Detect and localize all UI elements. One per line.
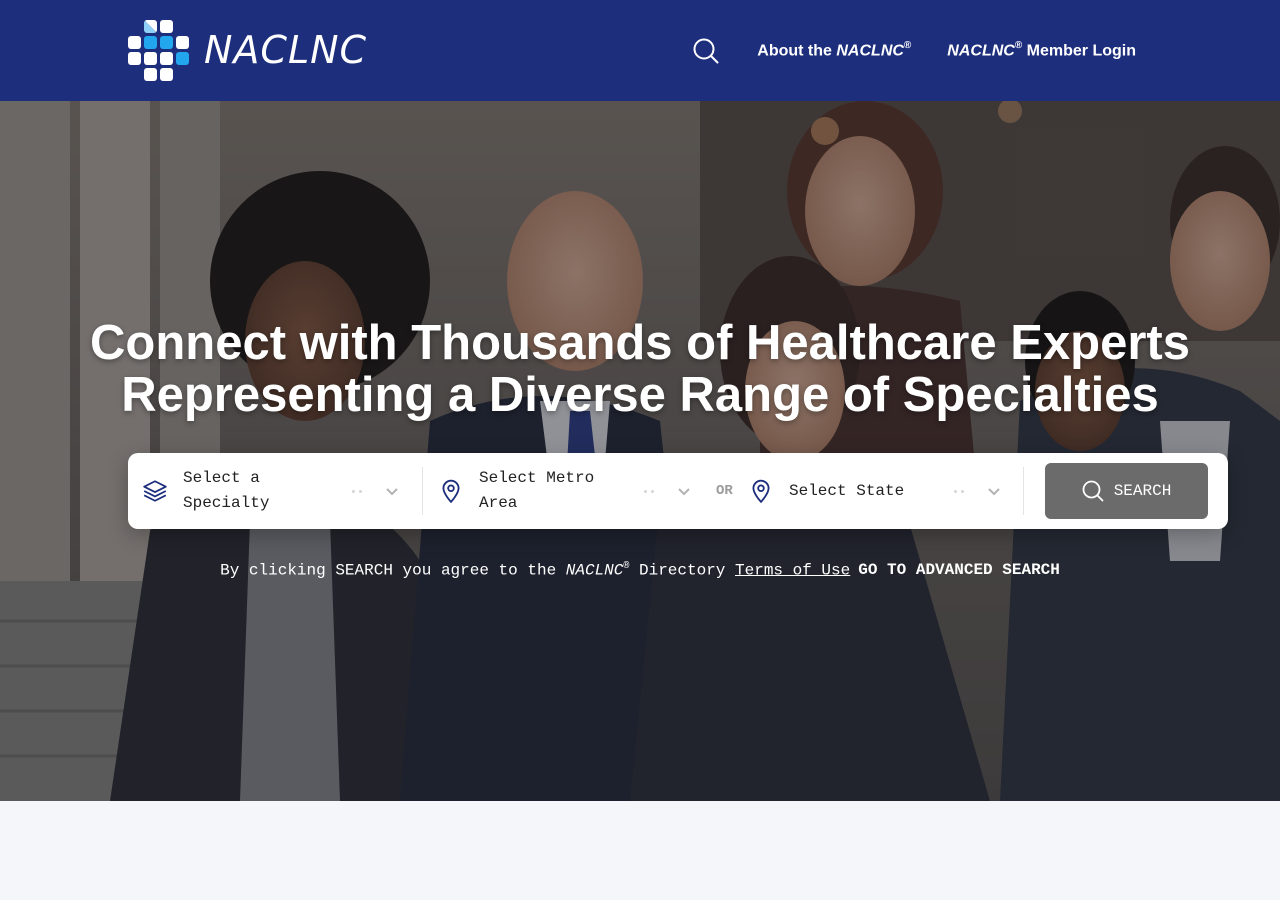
logo-wordmark: NACLNC: [204, 28, 368, 72]
specialty-indicators: [352, 483, 400, 499]
hero-headline-line2: Representing a Diverse Range of Specialt…: [121, 368, 1159, 422]
state-select[interactable]: Select State: [734, 453, 1022, 529]
login-link-brand: NACLNC: [947, 42, 1015, 60]
hero-headline-line1: Connect with Thousands of Healthcare Exp…: [90, 316, 1190, 370]
about-link[interactable]: About the NACLNC®: [757, 39, 912, 60]
layers-icon: [143, 480, 167, 502]
field-divider: [1023, 467, 1024, 515]
specialty-label-line2: Specialty: [183, 494, 270, 512]
main-nav: About the NACLNC® NACLNC® Member Login: [693, 0, 1136, 101]
member-login-link[interactable]: NACLNC® Member Login: [947, 39, 1136, 60]
logo-mark: [128, 20, 190, 81]
page-body-background: [0, 801, 1280, 900]
metro-area-select[interactable]: Select Metro Area: [424, 453, 706, 529]
metro-select-label: Select Metro Area: [479, 466, 594, 516]
hero-overlay: [0, 101, 1280, 801]
site-header: NACLNC About the NACLNC® NACLNC® Member …: [0, 0, 1280, 101]
disclaimer-text-middle: Directory: [629, 561, 736, 580]
chevron-down-icon: [988, 488, 1000, 496]
site-logo[interactable]: NACLNC: [128, 20, 368, 81]
about-link-brand: NACLNC: [836, 42, 904, 60]
metro-label-line1: Select Metro: [479, 469, 595, 487]
disclaimer-brand: NACLNC: [565, 561, 624, 580]
search-icon[interactable]: [693, 38, 719, 64]
search-button[interactable]: SEARCH: [1045, 463, 1208, 519]
registered-mark: ®: [903, 39, 912, 51]
map-pin-icon: [752, 479, 770, 504]
registered-mark: ®: [1014, 39, 1023, 51]
terms-of-use-link[interactable]: Terms of Use: [735, 561, 850, 579]
about-link-text: About the: [757, 42, 837, 60]
metro-label-line2: Area: [479, 494, 518, 512]
advanced-search-link[interactable]: GO TO ADVANCED SEARCH: [858, 561, 1060, 579]
search-button-label: SEARCH: [1113, 482, 1172, 500]
loading-dots: [644, 488, 654, 494]
chevron-down-icon: [678, 488, 690, 496]
loading-dots: [954, 488, 964, 494]
field-divider: [422, 467, 423, 515]
hero-section: Connect with Thousands of Healthcare Exp…: [0, 101, 1280, 801]
chevron-down-icon: [386, 488, 398, 496]
state-select-label: Select State: [789, 481, 905, 500]
search-bar: Select a Specialty Select Metro Area OR …: [128, 453, 1228, 529]
state-indicators: [954, 483, 1002, 499]
specialty-select[interactable]: Select a Specialty: [128, 453, 422, 529]
specialty-label-line1: Select a: [183, 469, 260, 487]
search-disclaimer: By clicking SEARCH you agree to the NACL…: [0, 561, 1280, 579]
search-icon: [1082, 480, 1104, 502]
map-pin-icon: [442, 479, 460, 504]
or-separator: OR: [716, 483, 733, 499]
metro-indicators: [644, 483, 692, 499]
loading-dots: [352, 488, 362, 494]
login-link-text: Member Login: [1022, 42, 1136, 60]
disclaimer-text: By clicking SEARCH you agree to the: [220, 561, 566, 580]
specialty-select-label: Select a Specialty: [183, 466, 269, 516]
hero-headline: Connect with Thousands of Healthcare Exp…: [0, 317, 1280, 421]
